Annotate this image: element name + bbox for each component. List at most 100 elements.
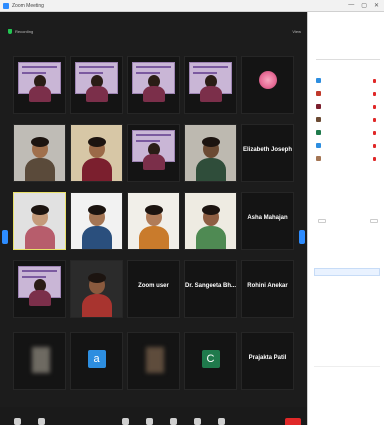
video-tile[interactable] [13, 332, 66, 390]
chat-icon [145, 417, 153, 425]
zoom-app-icon [3, 2, 9, 9]
participant-avatar [316, 91, 321, 96]
participant-row[interactable] [316, 74, 382, 87]
close-button[interactable]: ✕ [374, 2, 379, 9]
video-tile[interactable] [13, 124, 66, 182]
muted-microphone-icon [373, 104, 376, 109]
participant-avatar [316, 130, 321, 135]
next-page-arrow[interactable] [299, 230, 305, 244]
participant-body [81, 158, 112, 181]
participant-avatar: C [201, 350, 220, 368]
participant-display-name: Dr. Sangeeta Bh... [185, 283, 237, 289]
video-tile[interactable]: Zoom user [127, 260, 180, 318]
video-tile[interactable] [70, 192, 123, 250]
participant-hair [201, 205, 220, 215]
participant-search-input[interactable] [316, 54, 380, 60]
video-tile[interactable] [184, 192, 237, 250]
reactions-button[interactable] [210, 417, 232, 425]
participant-body [28, 290, 51, 306]
participant-display-name: Rohini Anekar [247, 283, 288, 289]
participant-row[interactable] [316, 126, 382, 139]
video-tile[interactable] [13, 192, 66, 250]
security-shield-icon[interactable] [8, 29, 12, 34]
muted-microphone-icon [373, 78, 376, 83]
video-tile[interactable] [127, 332, 180, 390]
participant-display-name: Asha Mahajan [247, 215, 288, 221]
participants-button[interactable] [114, 417, 136, 425]
participant-row[interactable] [316, 100, 382, 113]
participant-hair [87, 205, 106, 215]
participant-avatar: a [87, 350, 106, 368]
microphone-button[interactable] [6, 417, 28, 425]
share-screen-icon [169, 417, 177, 425]
video-tile[interactable]: a [70, 332, 123, 390]
video-tile[interactable]: C [184, 332, 237, 390]
invite-button[interactable] [318, 219, 326, 223]
participant-body [81, 226, 112, 249]
chat-button[interactable] [138, 417, 160, 425]
video-tile[interactable] [70, 56, 123, 114]
participant-row[interactable] [316, 87, 382, 100]
participant-hair [201, 137, 220, 147]
end-meeting-button[interactable] [285, 417, 301, 425]
participant-body [85, 86, 108, 102]
meeting-area: Recording View Elizabeth Joseph Asha Maha… [0, 12, 307, 425]
video-tile[interactable]: Prajakta Patil [241, 332, 294, 390]
participant-body [81, 294, 112, 317]
muted-microphone-icon [373, 130, 376, 135]
window-title: Zoom Meeting [12, 2, 44, 9]
participant-avatar [316, 104, 321, 109]
participant-hair [87, 137, 106, 147]
video-tile[interactable]: Elizabeth Joseph [241, 124, 294, 182]
participant-display-name: Zoom user [138, 283, 169, 289]
view-toggle[interactable]: View [292, 29, 301, 34]
flower-image [258, 71, 277, 89]
muted-microphone-icon [373, 117, 376, 122]
participant-hair [87, 273, 106, 283]
video-row: Zoom user Dr. Sangeeta Bh... Rohini Anekar [13, 260, 294, 318]
chat-message-text[interactable] [314, 268, 380, 276]
previous-page-arrow[interactable] [2, 230, 8, 244]
video-tile[interactable] [127, 192, 180, 250]
recording-indicator: Recording [15, 29, 34, 34]
participant-row[interactable] [316, 139, 382, 152]
video-camera-button[interactable] [30, 417, 52, 425]
participant-display-name: Elizabeth Joseph [242, 147, 292, 153]
chat-input[interactable] [314, 366, 380, 369]
video-tile[interactable] [70, 124, 123, 182]
participant-hair [144, 205, 163, 215]
share-screen-button[interactable] [162, 417, 184, 425]
video-tile[interactable] [127, 124, 180, 182]
participant-row[interactable] [316, 113, 382, 126]
zoom-window: Zoom Meeting — ▢ ✕ Recording View Elizab… [0, 0, 384, 425]
chat-message [314, 265, 380, 276]
participants-icon [121, 417, 129, 425]
record-button[interactable] [186, 417, 208, 425]
participant-body [28, 86, 51, 102]
participant-row[interactable] [316, 152, 382, 165]
muted-microphone-icon [373, 91, 376, 96]
participant-avatar [316, 156, 321, 161]
video-tile[interactable] [184, 56, 237, 114]
minimize-button[interactable]: — [348, 2, 354, 9]
video-row [13, 56, 294, 114]
video-tile[interactable] [70, 260, 123, 318]
participant-hair [30, 137, 49, 147]
video-tile[interactable]: Rohini Anekar [241, 260, 294, 318]
video-tile[interactable] [127, 56, 180, 114]
participant-body [142, 86, 165, 102]
mute-all-button[interactable] [370, 219, 378, 223]
participant-body [142, 154, 165, 170]
video-camera-icon [37, 417, 45, 425]
window-controls: — ▢ ✕ [348, 2, 384, 9]
participant-body [138, 226, 169, 249]
video-tile[interactable] [13, 56, 66, 114]
video-tile[interactable] [13, 260, 66, 318]
video-tile[interactable]: Asha Mahajan [241, 192, 294, 250]
video-tile[interactable] [184, 124, 237, 182]
meeting-toolbar [0, 407, 307, 425]
video-tile[interactable]: Dr. Sangeeta Bh... [184, 260, 237, 318]
record-icon [193, 417, 201, 425]
video-tile[interactable] [241, 56, 294, 114]
maximize-button[interactable]: ▢ [361, 2, 367, 9]
